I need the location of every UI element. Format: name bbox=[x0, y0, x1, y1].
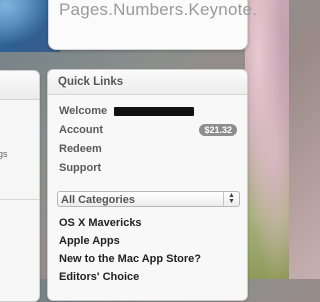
category-editors-choice[interactable]: Editors' Choice bbox=[59, 268, 244, 286]
welcome-label: Welcome bbox=[59, 105, 108, 117]
categories-select[interactable]: All Categories ▲ ▼ bbox=[57, 191, 240, 207]
account-label: Account bbox=[59, 124, 103, 136]
redacted-username bbox=[114, 107, 194, 116]
select-arrows-icon: ▲ ▼ bbox=[223, 192, 239, 207]
left-panel: gs bbox=[0, 70, 40, 302]
account-balance-badge: $21.32 bbox=[199, 124, 237, 136]
redeem-label: Redeem bbox=[59, 143, 102, 155]
category-new-to-mac-app-store[interactable]: New to the Mac App Store? bbox=[59, 250, 244, 268]
quick-links-panel: Quick Links Welcome Account $21.32 Redee… bbox=[47, 69, 248, 301]
category-list: OS X Mavericks Apple Apps New to the Mac… bbox=[59, 214, 244, 286]
categories-select-value: All Categories bbox=[61, 194, 135, 206]
wallpaper-art bbox=[245, 0, 289, 279]
left-panel-divider bbox=[0, 199, 39, 200]
promo-banner[interactable]: Pages.Numbers.Keynote. bbox=[48, 0, 257, 50]
support-label: Support bbox=[59, 162, 102, 174]
welcome-link[interactable]: Welcome bbox=[59, 102, 239, 121]
quick-links-list: Welcome Account $21.32 Redeem Support bbox=[59, 102, 239, 178]
left-panel-text: gs bbox=[0, 149, 8, 159]
account-link[interactable]: Account $21.32 bbox=[59, 121, 239, 140]
redeem-link[interactable]: Redeem bbox=[59, 140, 239, 159]
banner-text: Pages.Numbers.Keynote. bbox=[59, 0, 258, 19]
category-os-x-mavericks[interactable]: OS X Mavericks bbox=[59, 214, 244, 232]
category-apple-apps[interactable]: Apple Apps bbox=[59, 232, 244, 250]
quick-links-title: Quick Links bbox=[48, 70, 247, 95]
support-link[interactable]: Support bbox=[59, 159, 239, 178]
left-panel-header bbox=[0, 71, 39, 100]
